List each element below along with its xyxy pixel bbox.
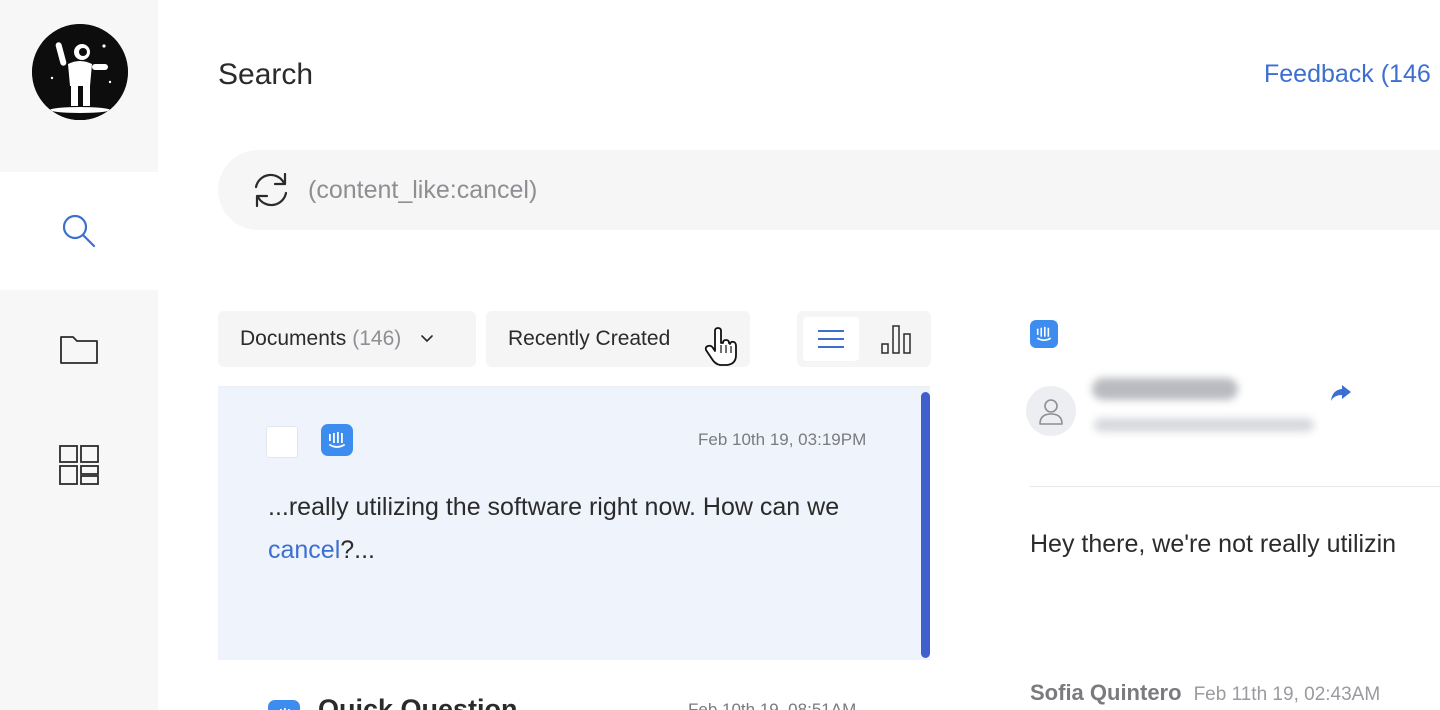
bar-chart-icon: [881, 325, 911, 354]
documents-count: (146): [352, 327, 402, 350]
snippet-highlight: cancel: [268, 536, 341, 564]
list-icon: [818, 330, 844, 348]
documents-filter-dropdown[interactable]: Documents (146): [218, 311, 476, 367]
refresh-icon[interactable]: [250, 169, 292, 211]
detail-divider: [1030, 486, 1440, 487]
message-body: Hey there, we're not really utilizin: [1030, 530, 1397, 558]
hand-cursor-icon: [704, 327, 737, 366]
share-arrow-icon[interactable]: [1330, 384, 1352, 402]
view-toggle: [797, 311, 931, 367]
search-icon: [62, 214, 96, 248]
user-icon: [1039, 399, 1063, 425]
chevron-down-icon: [421, 335, 434, 342]
result-date: Feb 10th 19, 03:19PM: [698, 430, 867, 449]
intercom-icon: [268, 700, 300, 710]
author-name: Sofia Quintero: [1030, 680, 1182, 705]
avatar: [1026, 386, 1076, 436]
chart-view-button[interactable]: [869, 317, 925, 361]
result-snippet[interactable]: ...really utilizing the software right n…: [268, 486, 888, 572]
result-date: Feb 10th 19, 08:51AM: [688, 700, 857, 710]
documents-filter-label: Documents: [240, 327, 347, 350]
sidebar-item-folders[interactable]: [0, 290, 158, 408]
snippet-text-end: ?...: [340, 536, 376, 564]
sort-label: Recently Created: [508, 327, 671, 350]
list-view-button[interactable]: [803, 317, 859, 361]
feedback-link[interactable]: Feedback (146: [1264, 60, 1431, 89]
page-title: Search: [218, 58, 314, 91]
sidebar: [0, 0, 158, 710]
intercom-icon: [321, 424, 353, 456]
sidebar-item-boards[interactable]: [0, 406, 158, 524]
search-query-text[interactable]: (content_like:cancel): [308, 176, 537, 205]
contact-name-redacted: [1092, 378, 1238, 400]
dashboard-grid-icon: [59, 445, 99, 485]
intercom-icon: [1030, 320, 1058, 348]
snippet-text: ...really utilizing the software right n…: [268, 493, 840, 521]
author-date: Feb 11th 19, 02:43AM: [1193, 684, 1381, 705]
result-checkbox[interactable]: [266, 426, 298, 458]
result-title: Quick Question: [318, 694, 518, 710]
result-row[interactable]: Quick Question Feb 10th 19, 08:51AM: [218, 688, 930, 710]
search-bar[interactable]: (content_like:cancel): [218, 150, 1440, 230]
scrollbar-thumb[interactable]: [921, 392, 930, 658]
message-author-line: Sofia Quintero Feb 11th 19, 02:43AM: [1030, 680, 1380, 706]
astronaut-logo-icon[interactable]: [32, 24, 128, 120]
folder-icon: [60, 336, 98, 364]
contact-email-redacted: [1094, 418, 1314, 432]
sidebar-item-search[interactable]: [0, 172, 158, 290]
